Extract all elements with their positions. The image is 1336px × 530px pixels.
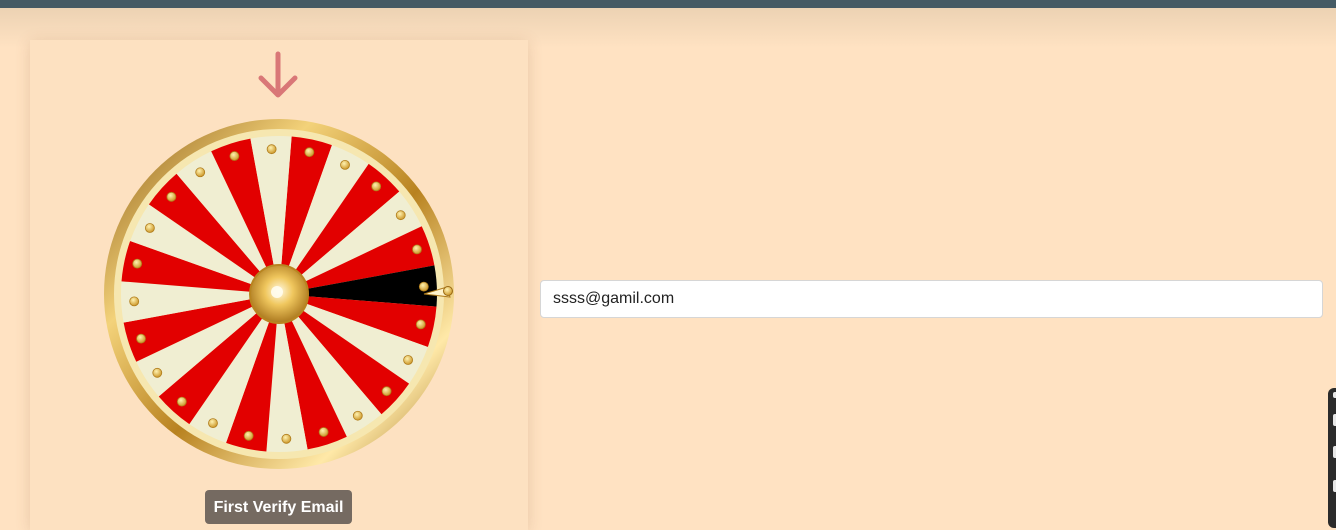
wheel-dot [136,333,146,344]
top-bar [0,0,1336,8]
wheel-dot [418,281,429,292]
wheel-dot [304,147,315,158]
wheel-dot [412,244,422,255]
wheel-dot [415,319,426,330]
wheel-dot [129,296,140,307]
wheel-dot [208,418,218,429]
wheel-dot [381,386,392,397]
wheel-dot [403,355,414,365]
side-toolbar-widget[interactable] [1328,388,1336,528]
wheel-dot [352,410,363,421]
wheel-dot [145,223,155,233]
wheel-dot [195,167,206,178]
wheel-dot [243,430,254,441]
prize-wheel[interactable] [104,119,454,469]
wheel-dot [340,160,350,170]
wheel-dot [229,151,240,161]
wheel-dot [132,258,143,269]
wheel-dot [281,433,292,444]
wheel-dot [176,396,187,407]
verify-email-button[interactable]: First Verify Email [205,490,352,524]
wheel-dot [152,367,163,378]
wheel-dot [395,210,406,221]
wheel-dot [318,427,329,437]
arrow-down-icon [258,51,298,98]
wheel-dot [371,181,382,192]
wheel-dot [166,191,177,202]
email-input[interactable] [540,280,1323,318]
wheel-hub-shine [271,286,283,298]
wheel-dot [266,144,277,155]
